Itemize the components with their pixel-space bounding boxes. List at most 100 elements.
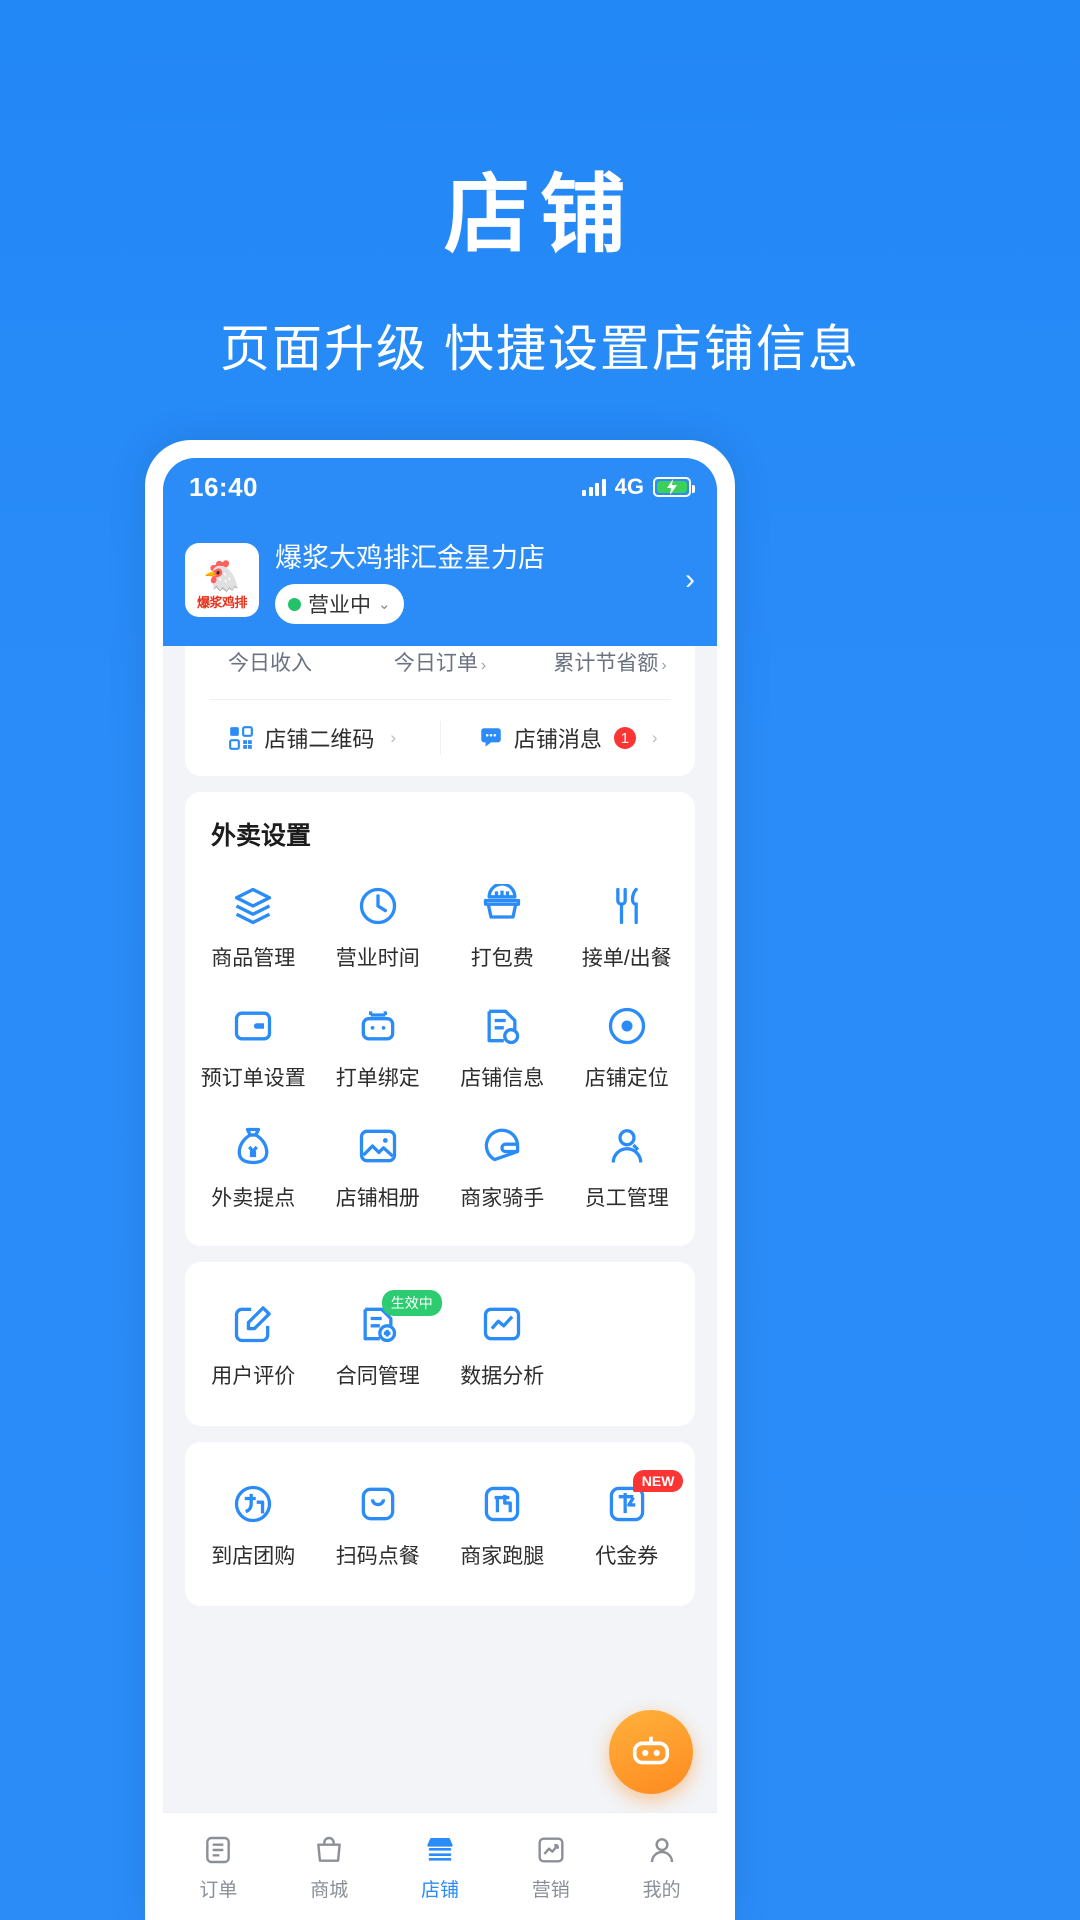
money-bag-icon: [191, 1122, 316, 1170]
tab-profile[interactable]: 我的: [606, 1831, 717, 1902]
grid-item-label: 商品管理: [211, 947, 296, 970]
grid-item-voucher[interactable]: NEW 代金券: [565, 1464, 690, 1584]
section-grid: 到店团购 扫码点餐 商家跑腿 NEW 代金券: [185, 1442, 695, 1606]
grid-item-contract-management[interactable]: 生效中 合同管理: [316, 1284, 442, 1404]
tab-label: 订单: [199, 1880, 238, 1901]
grid-item-label: 商家跑腿: [460, 1545, 545, 1568]
coupon-tuan-icon: [191, 1480, 316, 1528]
page-title: 店铺: [444, 167, 636, 263]
grid-item-business-hours[interactable]: 营业时间: [316, 866, 441, 986]
phone-screen: 16:40 4G 🐔 爆浆鸡排 爆浆大鸡排汇金星力店 营业中 ⌄ › 今日收入 …: [163, 458, 717, 1920]
grid-item-merchant-rider[interactable]: 商家骑手: [440, 1106, 565, 1226]
grid-item-label: 外卖提点: [211, 1187, 296, 1210]
grid-item-shop-location[interactable]: 店铺定位: [565, 986, 690, 1106]
chevron-down-icon: ⌄: [378, 596, 391, 613]
phone-mockup: 16:40 4G 🐔 爆浆鸡排 爆浆大鸡排汇金星力店 营业中 ⌄ › 今日收入 …: [145, 440, 735, 1920]
grid-item-preorder-settings[interactable]: 预订单设置: [191, 986, 316, 1106]
chevron-right-icon: ›: [390, 728, 397, 747]
shop-bag-icon: [274, 1831, 385, 1869]
grid-item-takeout-commission[interactable]: 外卖提点: [191, 1106, 316, 1226]
grid-item-label: 店铺相册: [335, 1187, 420, 1210]
bottom-tab-bar: 订单 商城 店铺 营销 我的: [163, 1812, 717, 1920]
promo-header: 店铺 页面升级 快捷设置店铺信息: [0, 0, 1080, 381]
grid-item-label: 到店团购: [211, 1545, 296, 1568]
layers-icon: [191, 882, 316, 930]
edit-note-icon: [191, 1300, 316, 1348]
page-body[interactable]: 12,000 今日收入 489 今日订单› 32,000 累计节省额›: [163, 646, 717, 1812]
grid-item-label: 打包费: [470, 947, 534, 970]
grid-item-label: 营业时间: [335, 947, 420, 970]
scan-menu-icon: [316, 1480, 441, 1528]
network-type-label: 4G: [614, 474, 644, 499]
grid-item-printer-binding[interactable]: 打单绑定: [316, 986, 441, 1106]
grid-item-label: 店铺信息: [460, 1067, 545, 1090]
grid-item-staff-management[interactable]: 员工管理: [565, 1106, 690, 1226]
status-badge: 生效中: [381, 1290, 442, 1316]
tab-orders[interactable]: 订单: [163, 1831, 274, 1902]
calendar-card-icon: [191, 1002, 316, 1050]
signal-bars-icon: [582, 478, 606, 496]
quick-link-qr-code[interactable]: 店铺二维码 ›: [185, 722, 440, 754]
grid-item-label: 员工管理: [584, 1187, 669, 1210]
grid-item-scan-order[interactable]: 扫码点餐: [316, 1464, 441, 1584]
store-icon: [385, 1831, 496, 1869]
quick-link-shop-messages[interactable]: 店铺消息 1 ›: [441, 722, 696, 754]
tab-marketing[interactable]: 营销: [495, 1831, 606, 1902]
section-takeout-settings: 外卖设置 商品管理 营业时间 打包费 接单/出餐 预订单设置 打单绑定 店铺信息…: [185, 792, 695, 1246]
grid-item-merchant-errand[interactable]: 商家跑腿: [440, 1464, 565, 1584]
stat-label: 今日收入: [228, 652, 312, 675]
customer-service-fab[interactable]: [609, 1710, 693, 1794]
status-badge: 1: [613, 727, 636, 749]
chicken-mascot-icon: 🐔: [203, 560, 241, 593]
clock-icon: [316, 882, 441, 930]
tab-shop[interactable]: 店铺: [385, 1831, 496, 1902]
section-growth: 到店团购 扫码点餐 商家跑腿 NEW 代金券: [185, 1442, 695, 1606]
stat-item[interactable]: 32,000 累计节省额›: [525, 646, 695, 677]
chevron-right-icon: ›: [651, 728, 658, 747]
grid-item-instore-groupbuy[interactable]: 到店团购: [191, 1464, 316, 1584]
qr-code-icon: [229, 726, 254, 750]
cutlery-icon: [565, 882, 690, 930]
grid-item-order-accept[interactable]: 接单/出餐: [565, 866, 690, 986]
quick-links-row: 店铺二维码 › 店铺消息 1 ›: [185, 700, 695, 776]
tab-mall[interactable]: 商城: [274, 1831, 385, 1902]
document-info-icon: [440, 1002, 565, 1050]
shop-detail-chevron-icon[interactable]: ›: [675, 563, 695, 597]
grid-item-data-analysis[interactable]: 数据分析: [440, 1284, 565, 1404]
grid-item-shop-info[interactable]: 店铺信息: [440, 986, 565, 1106]
status-indicators: 4G: [582, 474, 695, 500]
chevron-right-icon: ›: [480, 657, 487, 674]
stat-label: 今日订单 ›: [393, 652, 487, 675]
grid-item-packaging-fee[interactable]: 打包费: [440, 866, 565, 986]
grid-item-label: 扫码点餐: [335, 1545, 420, 1568]
shop-summary-row[interactable]: 🐔 爆浆鸡排 爆浆大鸡排汇金星力店 营业中 ⌄ ›: [185, 530, 695, 646]
status-bar: 16:40 4G: [163, 458, 717, 516]
tab-label: 营销: [531, 1880, 570, 1901]
section-grid: 商品管理 营业时间 打包费 接单/出餐 预订单设置 打单绑定 店铺信息 店铺定位…: [185, 858, 695, 1246]
stat-item[interactable]: 489 今日订单›: [355, 646, 525, 677]
profile-icon: [606, 1831, 717, 1869]
battery-charging-icon: [653, 477, 695, 497]
new-badge: NEW: [632, 1470, 684, 1492]
grid-item-user-reviews[interactable]: 用户评价: [191, 1284, 316, 1404]
errand-run-icon: [440, 1480, 565, 1528]
tab-label: 商城: [310, 1880, 349, 1901]
grid-item-goods-management[interactable]: 商品管理: [191, 866, 316, 986]
shop-status-badge[interactable]: 营业中 ⌄: [275, 584, 404, 624]
shop-header: 🐔 爆浆鸡排 爆浆大鸡排汇金星力店 营业中 ⌄ ›: [163, 516, 717, 646]
stats-row: 12,000 今日收入 489 今日订单› 32,000 累计节省额›: [185, 646, 695, 699]
section-title: 外卖设置: [211, 822, 312, 850]
quick-link-label: 店铺消息: [513, 727, 602, 752]
tab-label: 店铺: [420, 1880, 459, 1901]
stat-item[interactable]: 12,000 今日收入: [185, 646, 355, 677]
marketing-icon: [495, 1831, 606, 1869]
grid-item-shop-album[interactable]: 店铺相册: [316, 1106, 441, 1226]
takeout-box-icon: [440, 882, 565, 930]
photo-icon: [316, 1122, 441, 1170]
grid-item-label: 数据分析: [460, 1365, 545, 1388]
grid-item-label: 打单绑定: [335, 1067, 420, 1090]
location-target-icon: [565, 1002, 690, 1050]
shop-logo-brand-text: 爆浆鸡排: [196, 595, 248, 610]
tab-label: 我的: [642, 1880, 681, 1901]
shop-meta: 爆浆大鸡排汇金星力店 营业中 ⌄: [275, 536, 659, 624]
